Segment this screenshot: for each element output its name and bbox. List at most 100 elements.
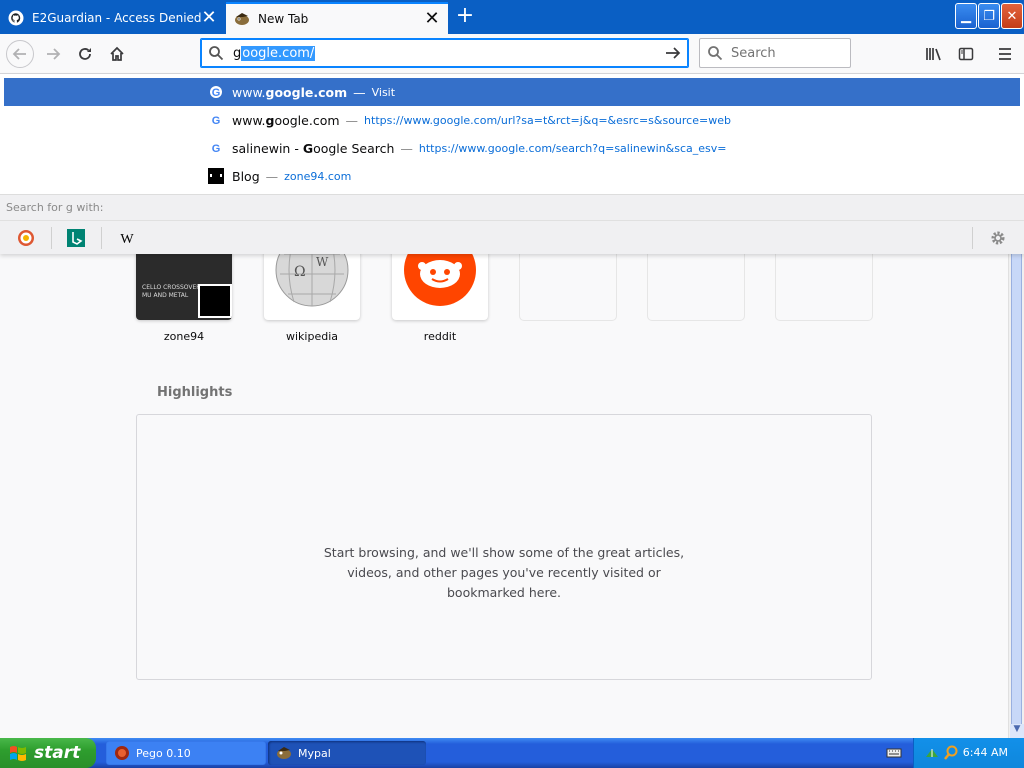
github-icon: [8, 10, 24, 26]
suggestion-url: https://www.google.com/search?q=salinewi…: [418, 141, 727, 155]
suggestion-row[interactable]: G www.google.com — https://www.google.co…: [4, 106, 1020, 134]
suggestion-action: Visit: [371, 85, 396, 99]
google-icon: G: [208, 112, 224, 128]
suggestion-title-part: Blog: [232, 168, 260, 184]
library-icon: [926, 48, 941, 61]
clock[interactable]: 6:44 AM: [963, 746, 1008, 759]
top-site-empty[interactable]: [648, 244, 744, 320]
firefox-icon: [234, 11, 250, 27]
suggestion-title-part: salinewin -: [232, 140, 303, 156]
blog-favicon-icon: [208, 168, 224, 184]
sidebar-button[interactable]: [952, 40, 980, 68]
tab-e2guardian[interactable]: E2Guardian - Access Denied ✕: [0, 2, 225, 34]
svg-text:Ω: Ω: [294, 264, 306, 280]
go-arrow-icon[interactable]: [664, 45, 682, 64]
suggestion-title-part: www.: [232, 84, 266, 100]
magnifier-icon[interactable]: [943, 745, 959, 761]
top-site-label: zone94: [163, 330, 205, 343]
windows-flag-icon: [10, 746, 26, 761]
separator-dash: —: [353, 84, 366, 100]
search-with-label: Search for g with:: [0, 194, 1024, 220]
search-placeholder: Search: [731, 46, 776, 61]
suggestion-title-match: G: [302, 140, 314, 156]
close-window-button[interactable]: ✕: [1001, 3, 1023, 29]
title-bar: E2Guardian - Access Denied ✕ New Tab ✕ +…: [0, 0, 1024, 34]
taskbar-item-label: Mypal: [298, 746, 331, 760]
navigation-toolbar: google.com/ Search: [0, 34, 1024, 74]
tab-new-tab[interactable]: New Tab ✕: [226, 2, 448, 34]
highlights-empty-message: Start browsing, and we'll show some of t…: [137, 543, 871, 603]
reload-button[interactable]: [71, 40, 99, 68]
close-tab-icon[interactable]: ✕: [201, 9, 217, 27]
top-site-label: reddit: [423, 330, 457, 343]
suggestion-row[interactable]: G www.google.com — Visit: [4, 78, 1020, 106]
back-arrow-icon: [12, 48, 26, 60]
search-bar[interactable]: Search: [699, 38, 851, 68]
suggestion-url: zone94.com: [284, 169, 352, 183]
minimize-button[interactable]: ▁: [955, 3, 977, 29]
svg-text:W: W: [316, 255, 329, 269]
wikipedia-globe-icon: ΩW: [275, 233, 349, 307]
suggestion-title-part: oogle.com: [274, 112, 340, 128]
start-button[interactable]: start: [0, 738, 96, 768]
tab-title: New Tab: [258, 12, 309, 26]
tab-title: E2Guardian - Access Denied: [32, 11, 201, 25]
taskbar: start Pego 0.10 Mypal 6:44 AM: [0, 738, 1024, 768]
suggestion-title-part: oogle Search: [313, 140, 395, 156]
wikipedia-icon[interactable]: W: [118, 229, 136, 247]
svg-text:W: W: [120, 232, 134, 247]
suggestion-row[interactable]: Blog — zone94.com: [4, 162, 1020, 190]
restore-button[interactable]: ❐: [978, 3, 1000, 29]
close-tab-icon[interactable]: ✕: [424, 10, 440, 28]
svg-text:G: G: [212, 115, 221, 127]
url-bar[interactable]: google.com/: [200, 38, 689, 68]
scroll-down-arrow-icon[interactable]: ▼: [1010, 724, 1024, 738]
suggestion-row[interactable]: G salinewin - Google Search — https://ww…: [4, 134, 1020, 162]
sidebar-icon: [958, 47, 974, 61]
suggestion-title: www.google.com: [232, 113, 340, 128]
suggestion-url: https://www.google.com/url?sa=t&rct=j&q=…: [364, 113, 731, 127]
taskbar-item-pego[interactable]: Pego 0.10: [106, 741, 266, 765]
top-site-empty[interactable]: [520, 244, 616, 320]
reload-icon: [79, 48, 91, 60]
one-off-search-engines: W: [0, 220, 1024, 254]
menu-button[interactable]: [991, 40, 1019, 68]
url-autofill-selection: oogle.com/: [241, 46, 316, 61]
network-icon[interactable]: [924, 745, 940, 761]
duckduckgo-icon[interactable]: [17, 229, 35, 247]
blog-favicon: [198, 284, 232, 318]
search-icon: [208, 45, 224, 64]
bing-icon[interactable]: [67, 229, 85, 247]
back-button[interactable]: [6, 40, 34, 68]
engine-separator: [972, 227, 973, 249]
top-site-empty[interactable]: [776, 244, 872, 320]
system-tray: 6:44 AM: [913, 738, 1024, 768]
google-icon: G: [208, 84, 224, 100]
library-button[interactable]: [920, 40, 948, 68]
home-button[interactable]: [103, 40, 131, 68]
keyboard-icon[interactable]: [886, 746, 902, 763]
home-icon: [110, 46, 124, 61]
taskbar-item-label: Pego 0.10: [136, 746, 191, 760]
engine-separator: [101, 227, 102, 249]
url-input[interactable]: google.com/: [233, 46, 316, 61]
scrollbar-thumb[interactable]: [1011, 250, 1022, 726]
top-site-reddit[interactable]: [392, 234, 488, 320]
taskbar-item-mypal[interactable]: Mypal: [268, 741, 426, 765]
top-site-label: wikipedia: [285, 330, 338, 343]
highlights-empty-box: Start browsing, and we'll show some of t…: [136, 414, 872, 680]
mypal-icon: [277, 747, 291, 759]
top-site-zone94[interactable]: CELLO CROSSOVER MU AND METAL: [136, 244, 232, 320]
highlights-message-line: Start browsing, and we'll show some of t…: [323, 545, 685, 560]
suggestion-title: Blog: [232, 169, 260, 184]
forward-button[interactable]: [39, 40, 67, 68]
top-site-wikipedia[interactable]: ΩW: [264, 233, 360, 320]
search-icon: [707, 45, 723, 64]
suggestion-title-part: oogle.com: [274, 84, 348, 100]
svg-text:G: G: [212, 143, 221, 155]
new-tab-button[interactable]: +: [452, 4, 478, 30]
separator-dash: —: [400, 140, 413, 156]
svg-text:G: G: [212, 87, 221, 99]
gear-icon[interactable]: [989, 229, 1007, 250]
suggestion-title-part: www.: [232, 112, 266, 128]
